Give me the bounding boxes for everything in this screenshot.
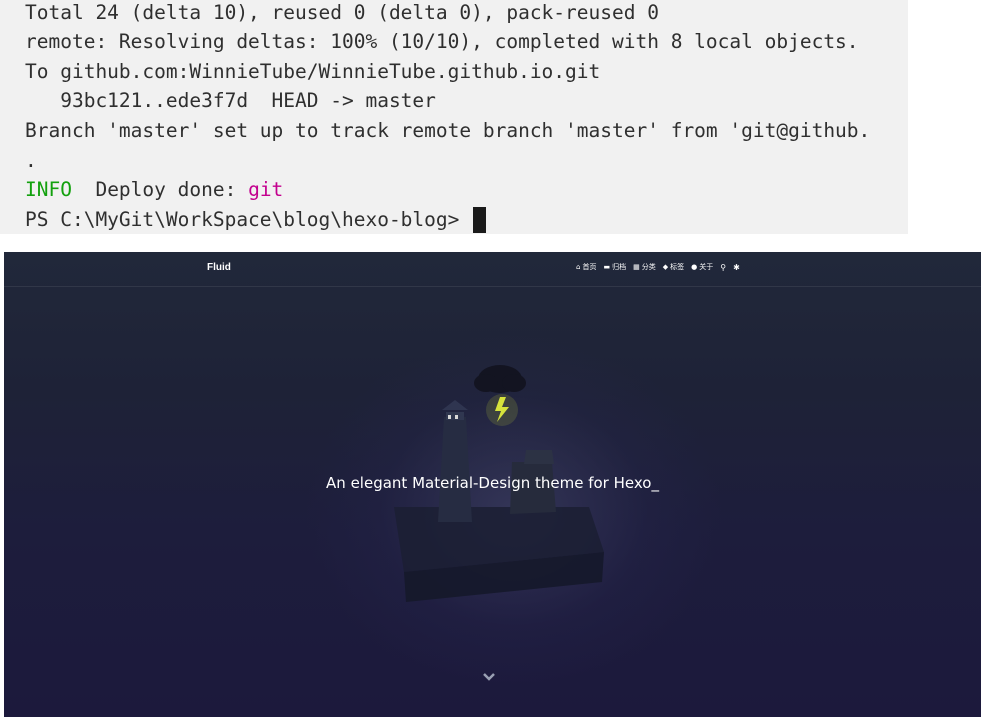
blog-homepage: Fluid ⌂ 首页 ▬ 归档 ▦ 分类 ◆ 标签 ● 关于 ⚲ ✱ An el… bbox=[4, 252, 981, 717]
tag-icon: ◆ bbox=[662, 263, 669, 271]
lighthouse-window bbox=[455, 415, 458, 419]
nav-label: 分类 bbox=[641, 263, 656, 271]
theme-toggle-icon[interactable]: ✱ bbox=[733, 263, 740, 272]
terminal-line: . bbox=[25, 149, 37, 172]
subtitle-text: An elegant Material-Design theme for Hex… bbox=[326, 474, 652, 492]
terminal-cursor bbox=[473, 207, 487, 233]
info-tag: INFO bbox=[25, 178, 72, 201]
house-chimney bbox=[524, 450, 554, 464]
nav-menu: ⌂ 首页 ▬ 归档 ▦ 分类 ◆ 标签 ● 关于 ⚲ ✱ bbox=[576, 262, 740, 272]
site-navbar: Fluid ⌂ 首页 ▬ 归档 ▦ 分类 ◆ 标签 ● 关于 ⚲ ✱ bbox=[4, 252, 981, 287]
grid-icon: ▦ bbox=[633, 263, 640, 271]
terminal-line: Branch 'master' set up to track remote b… bbox=[25, 119, 871, 142]
hero-subtitle: An elegant Material-Design theme for Hex… bbox=[4, 474, 981, 492]
nav-label: 首页 bbox=[582, 263, 597, 271]
nav-item-tags[interactable]: ◆ 标签 bbox=[663, 262, 684, 272]
info-text: Deploy done: bbox=[71, 178, 249, 201]
lighthouse-roof bbox=[442, 400, 468, 410]
nav-label: 关于 bbox=[699, 263, 714, 271]
user-icon: ● bbox=[691, 263, 698, 271]
chevron-down-icon[interactable] bbox=[482, 670, 496, 684]
lighthouse-tower bbox=[438, 417, 472, 522]
search-icon[interactable]: ⚲ bbox=[720, 263, 726, 272]
terminal-line: 93bc121..ede3f7d HEAD -> master bbox=[25, 89, 436, 112]
lighthouse-window bbox=[448, 415, 451, 419]
home-icon: ⌂ bbox=[576, 263, 581, 271]
terminal-line: remote: Resolving deltas: 100% (10/10), … bbox=[25, 30, 859, 53]
nav-item-archive[interactable]: ▬ 归档 bbox=[603, 262, 626, 272]
nav-label: 归档 bbox=[612, 263, 627, 271]
terminal-window: Total 24 (delta 10), reused 0 (delta 0),… bbox=[0, 0, 908, 234]
archive-icon: ▬ bbox=[603, 263, 611, 271]
site-brand[interactable]: Fluid bbox=[207, 262, 231, 273]
nav-item-categories[interactable]: ▦ 分类 bbox=[633, 262, 656, 272]
typing-cursor: _ bbox=[651, 474, 659, 492]
info-highlight: git bbox=[248, 178, 284, 201]
terminal-info-line: INFO Deploy done: git bbox=[25, 177, 283, 203]
terminal-line: To github.com:WinnieTube/WinnieTube.gith… bbox=[25, 60, 601, 83]
terminal-line: Total 24 (delta 10), reused 0 (delta 0),… bbox=[25, 1, 659, 24]
shell-prompt: PS C:\MyGit\WorkSpace\blog\hexo-blog> bbox=[25, 208, 472, 231]
nav-item-about[interactable]: ● 关于 bbox=[691, 262, 713, 272]
nav-label: 标签 bbox=[670, 263, 685, 271]
nav-item-home[interactable]: ⌂ 首页 bbox=[576, 262, 596, 272]
terminal-prompt-line[interactable]: PS C:\MyGit\WorkSpace\blog\hexo-blog> bbox=[25, 207, 487, 233]
